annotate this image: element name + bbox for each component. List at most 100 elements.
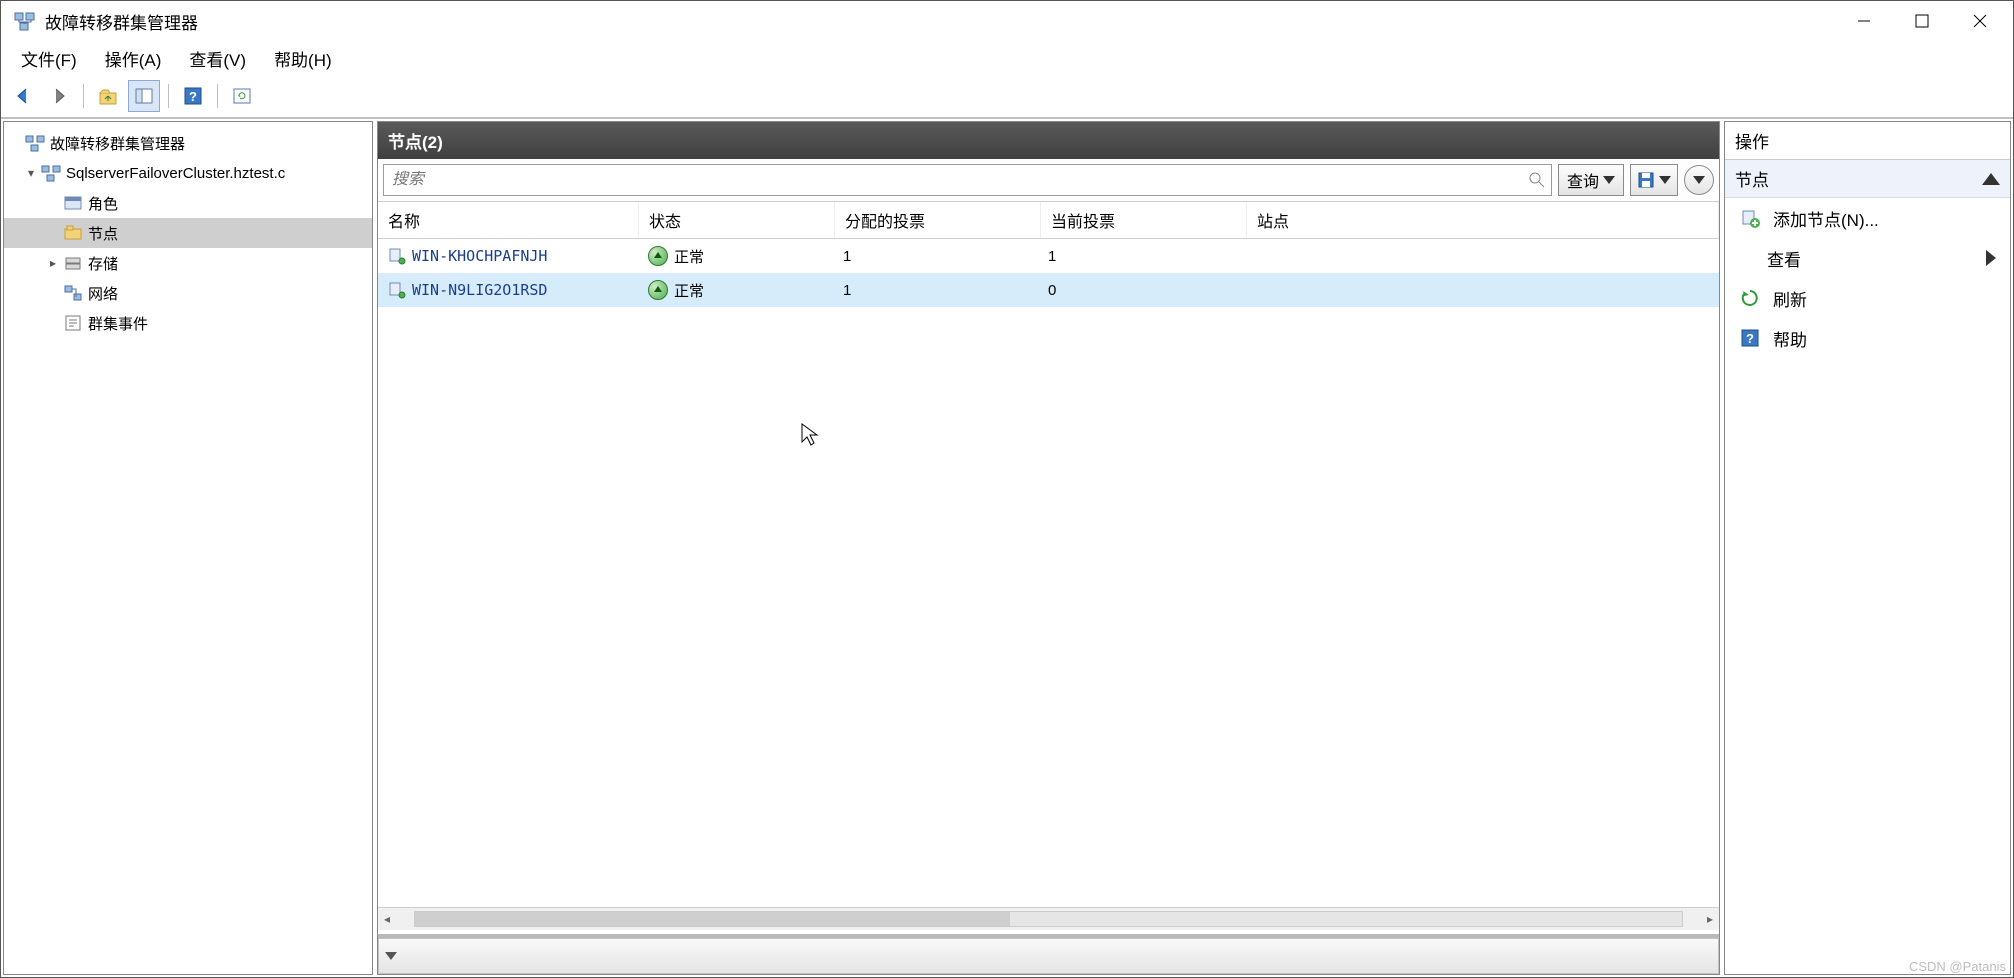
toolbar-separator — [168, 84, 169, 108]
chevron-down-icon — [1693, 176, 1705, 184]
action-add-node[interactable]: 添加节点(N)... — [1725, 198, 2010, 238]
nav-back-button[interactable] — [7, 80, 39, 112]
tree-roles[interactable]: 角色 — [4, 188, 372, 218]
nav-forward-button[interactable] — [43, 80, 75, 112]
nodes-grid: 名称 状态 分配的投票 当前投票 站点 WIN-KHOCHPAFNJH 正常 1… — [378, 202, 1719, 930]
query-label: 查询 — [1567, 168, 1599, 192]
events-icon — [62, 312, 84, 334]
expand-icon[interactable]: ▸ — [44, 256, 62, 270]
action-refresh-label: 刷新 — [1773, 286, 1807, 311]
detail-toggle[interactable] — [378, 938, 1719, 974]
node-name: WIN-N9LIG2O1RSD — [412, 281, 547, 299]
menu-action[interactable]: 操作(A) — [91, 42, 176, 75]
cluster-icon — [40, 162, 62, 184]
app-icon — [13, 9, 37, 33]
tree-root-label: 故障转移群集管理器 — [50, 133, 185, 154]
col-site[interactable]: 站点 — [1247, 202, 1719, 238]
svg-text:?: ? — [189, 89, 197, 104]
detail-pane — [378, 934, 1719, 974]
svg-text:?: ? — [1746, 331, 1754, 346]
action-view[interactable]: 查看 — [1725, 238, 2010, 278]
tree-root[interactable]: 故障转移群集管理器 — [4, 128, 372, 158]
col-current-vote[interactable]: 当前投票 — [1041, 202, 1247, 238]
scroll-left-icon[interactable]: ◂ — [378, 912, 396, 926]
menu-file[interactable]: 文件(F) — [7, 42, 91, 75]
refresh-icon — [1739, 287, 1761, 309]
help-icon: ? — [1739, 327, 1761, 349]
toolbar-separator — [83, 84, 84, 108]
server-icon — [388, 247, 406, 265]
tree-nodes[interactable]: 节点 — [4, 218, 372, 248]
action-refresh[interactable]: 刷新 — [1725, 278, 2010, 318]
menu-view[interactable]: 查看(V) — [175, 42, 260, 75]
col-assigned-vote[interactable]: 分配的投票 — [835, 202, 1041, 238]
tree-pane: 故障转移群集管理器 ▾ SqlserverFailoverCluster.hzt… — [3, 121, 373, 975]
actions-section-label: 节点 — [1735, 166, 1769, 191]
toolbar: ? — [1, 75, 2013, 118]
storage-icon — [62, 252, 84, 274]
search-box[interactable] — [383, 164, 1552, 196]
save-icon — [1637, 171, 1655, 189]
tree-cluster[interactable]: ▾ SqlserverFailoverCluster.hztest.c — [4, 158, 372, 188]
center-pane: 节点(2) 查询 名称 状态 分配的投票 当前投票 — [377, 121, 1720, 975]
chevron-down-icon — [385, 952, 397, 960]
tree-events[interactable]: 群集事件 — [4, 308, 372, 338]
nodes-icon — [62, 222, 84, 244]
tree-cluster-label: SqlserverFailoverCluster.hztest.c — [66, 165, 285, 182]
tree-storage-label: 存储 — [88, 253, 118, 274]
close-button[interactable] — [1951, 3, 2009, 39]
table-row[interactable]: WIN-N9LIG2O1RSD 正常 1 0 — [378, 273, 1719, 307]
assigned-vote: 1 — [833, 282, 1038, 299]
scroll-right-icon[interactable]: ▸ — [1701, 912, 1719, 926]
action-help[interactable]: ? 帮助 — [1725, 318, 2010, 358]
search-input[interactable] — [384, 171, 1523, 189]
title-bar: 故障转移群集管理器 — [1, 1, 2013, 41]
save-dropdown[interactable] — [1630, 164, 1678, 196]
table-row[interactable]: WIN-KHOCHPAFNJH 正常 1 1 — [378, 239, 1719, 273]
maximize-button[interactable] — [1893, 3, 1951, 39]
col-name[interactable]: 名称 — [378, 202, 639, 238]
show-tree-button[interactable] — [128, 80, 160, 112]
status-text: 正常 — [674, 246, 704, 267]
grid-body: WIN-KHOCHPAFNJH 正常 1 1 WIN-N9LIG2O1RSD 正… — [378, 239, 1719, 907]
status-ok-icon — [648, 280, 668, 300]
menu-bar: 文件(F) 操作(A) 查看(V) 帮助(H) — [1, 41, 2013, 75]
refresh-view-button[interactable] — [226, 80, 258, 112]
add-node-icon — [1739, 207, 1761, 229]
horizontal-scrollbar[interactable]: ◂ ▸ — [378, 907, 1719, 930]
tree-nodes-label: 节点 — [88, 223, 118, 244]
minimize-button[interactable] — [1835, 3, 1893, 39]
status-text: 正常 — [674, 280, 704, 301]
tree-network[interactable]: 网络 — [4, 278, 372, 308]
col-status[interactable]: 状态 — [639, 202, 835, 238]
action-view-label: 查看 — [1767, 246, 1801, 271]
watermark: CSDN @Patanis — [1909, 959, 2006, 974]
search-icon[interactable] — [1523, 171, 1551, 189]
node-name: WIN-KHOCHPAFNJH — [412, 247, 547, 265]
network-icon — [62, 282, 84, 304]
scroll-thumb[interactable] — [415, 912, 1010, 926]
menu-help[interactable]: 帮助(H) — [260, 42, 346, 75]
collapse-icon[interactable]: ▾ — [22, 166, 40, 180]
roles-icon — [62, 192, 84, 214]
actions-section[interactable]: 节点 — [1725, 160, 2010, 198]
up-folder-button[interactable] — [92, 80, 124, 112]
assigned-vote: 1 — [833, 248, 1038, 265]
submenu-icon — [1986, 250, 1996, 266]
server-icon — [388, 281, 406, 299]
cluster-manager-icon — [24, 132, 46, 154]
actions-pane: 操作 节点 添加节点(N)... 查看 刷新 ? 帮助 — [1724, 121, 2011, 975]
grid-header: 名称 状态 分配的投票 当前投票 站点 — [378, 202, 1719, 239]
help-button[interactable]: ? — [177, 80, 209, 112]
chevron-down-icon — [1603, 176, 1615, 184]
current-vote: 0 — [1038, 282, 1243, 299]
status-ok-icon — [648, 246, 668, 266]
scroll-track[interactable] — [414, 911, 1683, 927]
tree-storage[interactable]: ▸ 存储 — [4, 248, 372, 278]
tree-roles-label: 角色 — [88, 193, 118, 214]
action-add-node-label: 添加节点(N)... — [1773, 206, 1879, 231]
more-options-button[interactable] — [1684, 165, 1714, 195]
collapse-icon[interactable] — [1982, 173, 2000, 185]
query-dropdown[interactable]: 查询 — [1558, 164, 1624, 196]
tree-network-label: 网络 — [88, 283, 118, 304]
